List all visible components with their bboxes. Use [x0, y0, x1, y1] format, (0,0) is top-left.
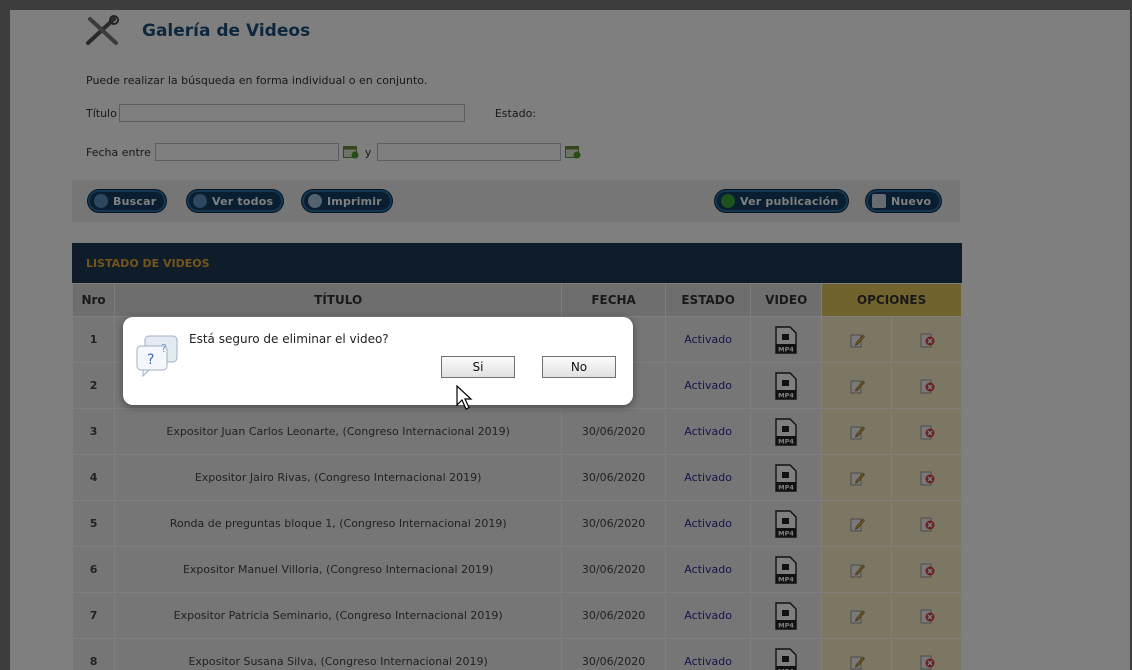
svg-text:?: ? — [161, 342, 167, 355]
mouse-cursor-icon — [456, 385, 473, 410]
question-icon: ? ? — [136, 335, 178, 378]
confirm-dialog: ? ? Está seguro de eliminar el video? Si… — [123, 317, 633, 405]
svg-text:?: ? — [147, 352, 154, 368]
dialog-message: Está seguro de eliminar el video? — [189, 332, 389, 346]
no-button[interactable]: No — [542, 356, 616, 378]
si-button[interactable]: Si — [441, 356, 515, 378]
